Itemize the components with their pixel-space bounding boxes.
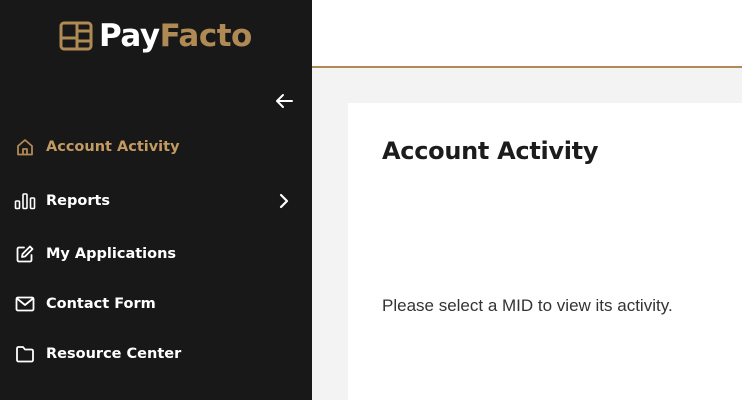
sidebar-item-label: Contact Form — [46, 296, 156, 312]
logo-text: PayFacto — [99, 16, 252, 56]
chevron-right-icon — [275, 192, 293, 210]
page-title: Account Activity — [382, 137, 599, 165]
sidebar-item-contact-form[interactable]: Contact Form — [0, 287, 312, 321]
sidebar-item-label: My Applications — [46, 246, 177, 262]
sidebar-item-reports[interactable]: Reports — [0, 184, 312, 218]
folder-icon — [14, 343, 36, 365]
top-bar — [312, 0, 742, 68]
edit-icon — [14, 243, 36, 265]
logo-text-pay: Pay — [99, 18, 160, 54]
sidebar-item-label: Resource Center — [46, 346, 182, 362]
sidebar-item-resource-center[interactable]: Resource Center — [0, 337, 312, 371]
sidebar-item-label: Reports — [46, 193, 111, 209]
home-icon — [14, 136, 36, 158]
collapse-sidebar-button[interactable] — [272, 90, 296, 112]
payfacto-logo[interactable]: PayFacto — [59, 16, 252, 56]
sidebar-item-label: Account Activity — [46, 139, 180, 155]
bar-chart-icon — [14, 190, 36, 212]
account-activity-card: Account Activity Please select a MID to … — [348, 103, 742, 400]
empty-state-message: Please select a MID to view its activity… — [382, 296, 673, 315]
sidebar-item-my-applications[interactable]: My Applications — [0, 237, 312, 271]
sidebar: PayFacto Account Activity Reports My App… — [0, 0, 312, 400]
sidebar-item-account-activity[interactable]: Account Activity — [0, 130, 312, 164]
logo-mark-icon — [59, 21, 93, 51]
mail-icon — [14, 293, 36, 315]
logo-text-facto: Facto — [159, 18, 253, 54]
arrow-left-icon — [276, 94, 293, 108]
